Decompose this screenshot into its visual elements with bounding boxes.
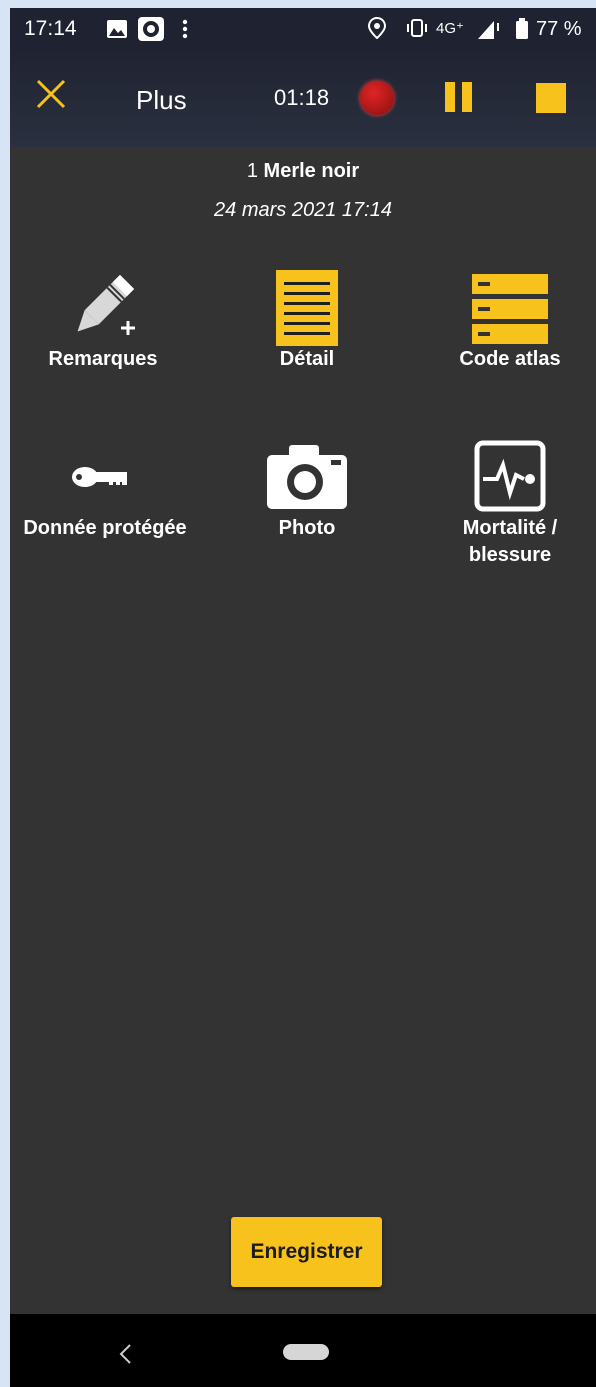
save-button[interactable]: Enregistrer [231,1217,382,1287]
stop-button[interactable] [536,83,566,113]
phone-screen: 17:14 4G⁺ 77 % Plus 01:18 1 Merle noir 2… [10,8,596,1387]
observation-title: 1 Merle noir [10,160,596,183]
camera-icon [267,445,347,509]
image-icon [107,20,127,38]
species-name: Merle noir [263,160,360,182]
remarks-label: Remarques [48,348,158,370]
pencil-plus-icon [77,274,135,335]
observation-count: 1 [246,160,258,182]
location-icon [368,17,386,39]
observation-datetime: 24 mars 2021 17:14 [214,199,392,221]
mortality-label: Mortalité / blessure [430,515,590,569]
server-stack-icon [472,274,548,344]
mortality-label-line2: blessure [468,544,552,566]
page-title: Plus [136,85,187,115]
heart-monitor-icon [474,440,546,512]
detail-button[interactable]: Détail [234,266,380,373]
pause-button[interactable] [445,82,473,112]
photo-button[interactable]: Photo [234,439,380,542]
home-pill[interactable] [283,1344,329,1360]
pause-bar-left [445,82,455,112]
remarks-button[interactable]: Remarques [30,266,176,373]
pause-bar-right [462,82,472,112]
key-icon [72,467,127,487]
network-type: 4G⁺ [436,20,464,37]
status-bar: 17:14 4G⁺ 77 % [10,8,596,49]
close-icon[interactable] [34,77,68,111]
protected-data-button[interactable]: Donnée protégée [10,439,200,542]
back-icon[interactable] [118,1343,134,1365]
photo-label: Photo [278,517,336,539]
record-indicator-icon [360,81,394,115]
detail-label: Détail [279,348,335,370]
app-notification-icon [138,17,164,41]
status-time: 17:14 [24,17,77,40]
app-bar: Plus 01:18 [10,49,596,147]
document-icon [276,270,338,346]
atlas-code-button[interactable]: Code atlas [430,266,590,373]
battery-level: 77 % [536,18,582,40]
mortality-label-line1: Mortalité / [462,517,558,539]
battery-icon [516,18,528,39]
more-vert-icon [182,19,188,39]
recording-timer: 01:18 [274,85,330,110]
signal-icon [478,21,499,39]
protected-data-label: Donnée protégée [23,517,187,539]
atlas-code-label: Code atlas [459,348,561,370]
vibrate-icon [407,19,427,37]
navigation-bar [10,1314,596,1387]
mortality-button[interactable]: Mortalité / blessure [430,439,590,569]
